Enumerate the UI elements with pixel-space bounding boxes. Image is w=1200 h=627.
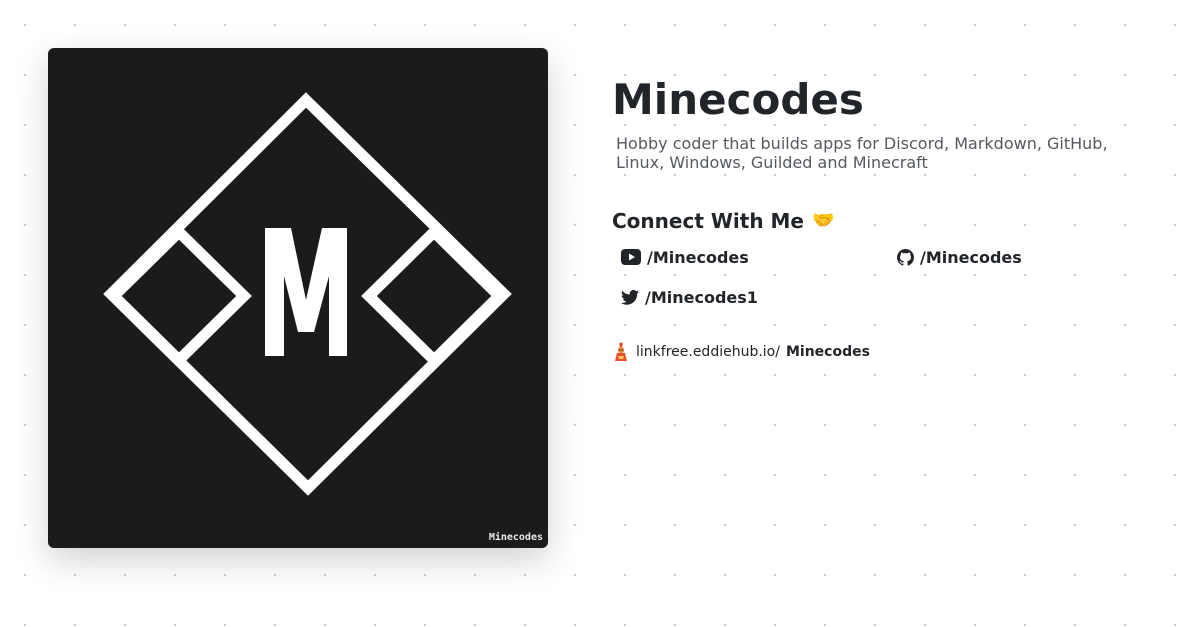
youtube-link-label: /Minecodes [647, 247, 749, 267]
profile-name: Minecodes [612, 75, 864, 124]
github-link[interactable]: /Minecodes [897, 244, 1173, 270]
linkfree-link[interactable]: linkfree.eddiehub.io/ Minecodes [612, 342, 1172, 362]
social-links: /Minecodes /Minecodes /Minecodes1 [621, 244, 1172, 310]
connect-heading: Connect With Me 🤝 [612, 208, 1172, 234]
avatar-image: Minecodes [48, 48, 548, 548]
youtube-link[interactable]: /Minecodes [621, 244, 897, 270]
twitter-icon [621, 289, 639, 305]
handshake-icon: 🤝 [811, 210, 835, 231]
twitter-link-label: /Minecodes1 [645, 287, 758, 307]
github-icon [897, 248, 914, 266]
profile-bio: Hobby coder that builds apps for Discord… [616, 134, 1108, 172]
profile-info: Minecodes Hobby coder that builds apps f… [612, 72, 1172, 362]
avatar-watermark: Minecodes [488, 532, 543, 543]
youtube-icon [621, 249, 641, 265]
github-link-label: /Minecodes [920, 247, 1022, 267]
linkfree-prefix: linkfree.eddiehub.io/ [636, 344, 780, 360]
linkfree-mascot-icon [615, 342, 627, 361]
twitter-link[interactable]: /Minecodes1 [621, 284, 897, 310]
minecodes-logo [103, 92, 512, 496]
connect-heading-text: Connect With Me [612, 209, 804, 233]
linkfree-username: Minecodes [785, 344, 870, 360]
